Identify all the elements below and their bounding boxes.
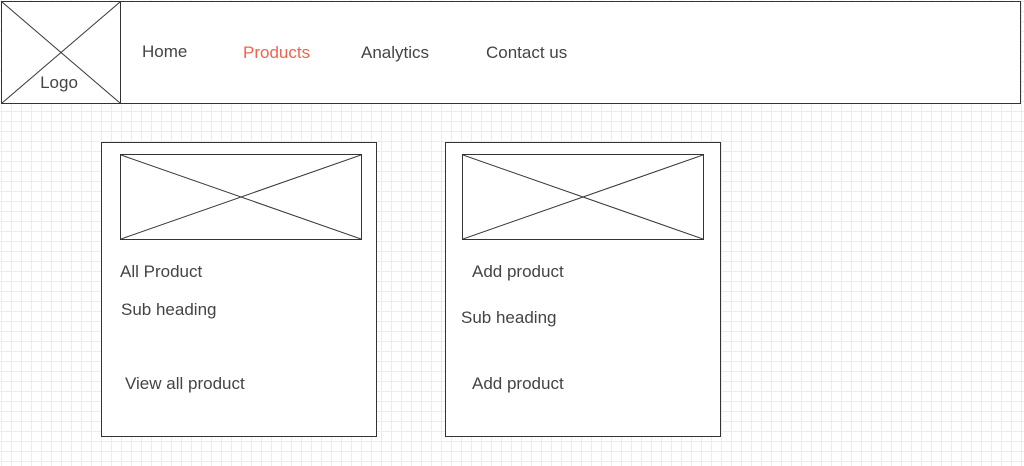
nav-analytics[interactable]: Analytics	[361, 43, 429, 63]
card-title: Add product	[472, 262, 564, 281]
card-image-placeholder	[462, 154, 704, 240]
top-nav-bar: Logo Home Products Analytics Contact us	[1, 1, 1021, 104]
view-all-product-link[interactable]: View all product	[125, 374, 245, 394]
card-title: All Product	[120, 262, 203, 281]
nav-contact-us[interactable]: Contact us	[486, 43, 567, 63]
nav-products[interactable]: Products	[243, 43, 310, 63]
add-product-link[interactable]: Add product	[472, 374, 564, 394]
image-placeholder-icon	[463, 155, 703, 239]
nav-home[interactable]: Home	[142, 42, 187, 62]
card-add-product: Add product Sub heading Add product	[445, 142, 721, 437]
card-subheading: Sub heading	[461, 308, 557, 327]
logo-label: Logo	[40, 73, 78, 92]
card-image-placeholder	[120, 154, 362, 240]
logo[interactable]: Logo	[2, 2, 121, 103]
card-subheading: Sub heading	[121, 300, 217, 319]
card-all-product: All Product Sub heading View all product	[101, 142, 377, 437]
image-placeholder-icon	[121, 155, 361, 239]
